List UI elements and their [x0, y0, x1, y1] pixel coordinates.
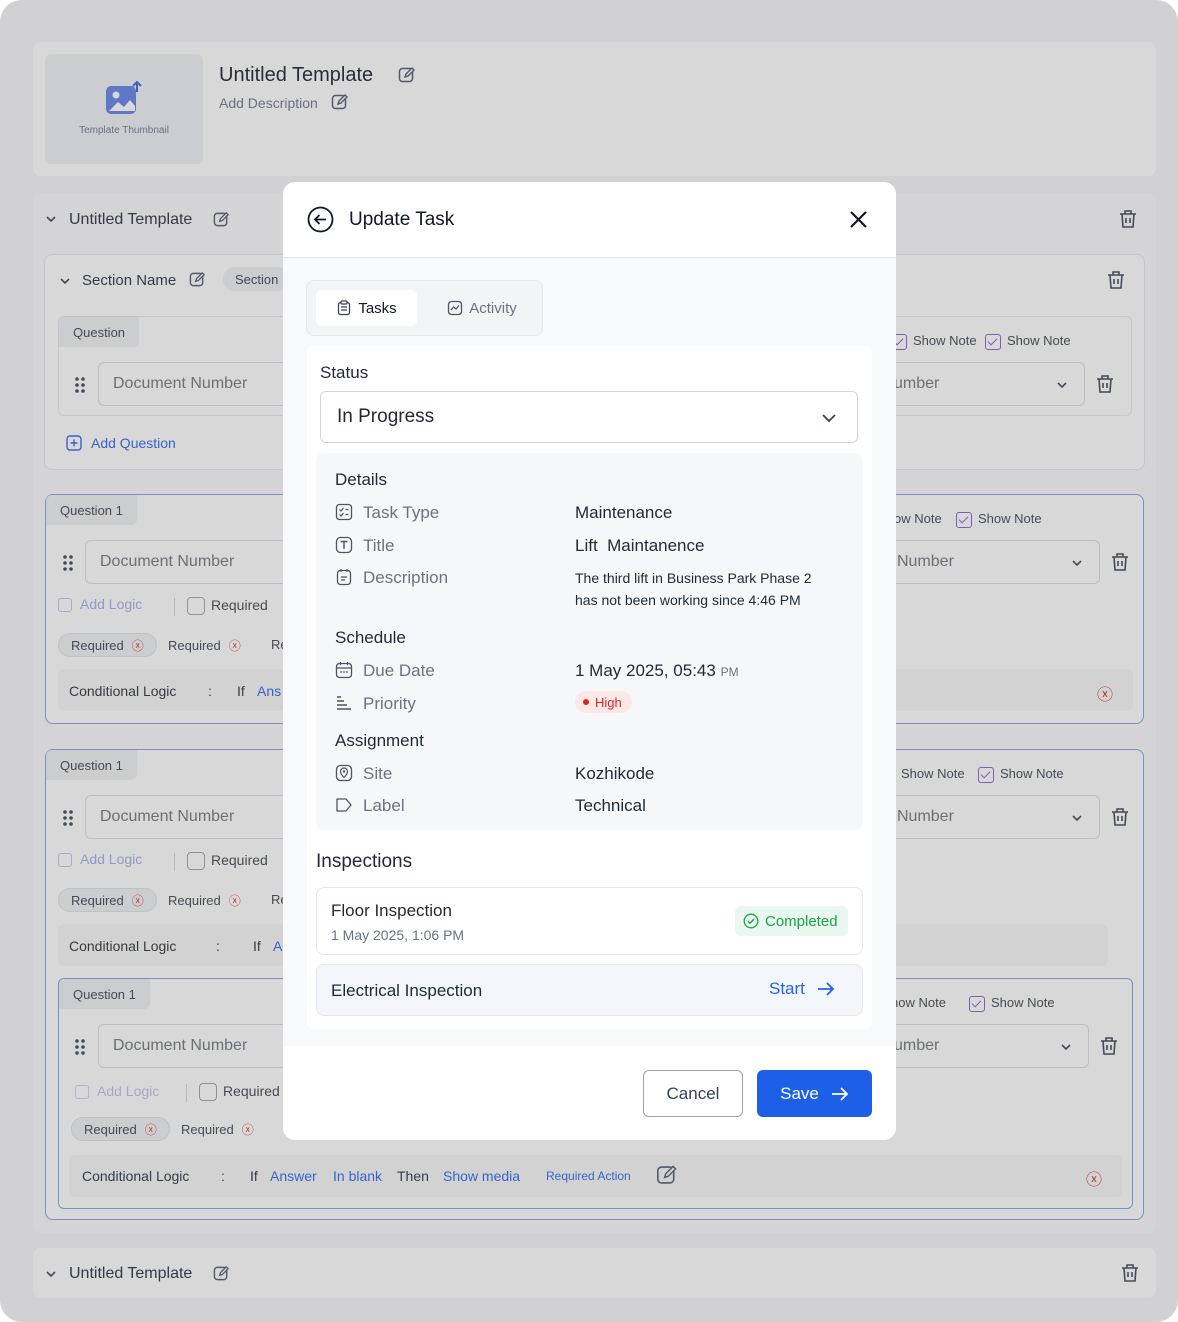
- modal-title: Update Task: [349, 209, 455, 230]
- app-frame: Template Thumbnail Untitled Template Add…: [0, 0, 1178, 1322]
- arrow-right-icon: [817, 981, 835, 997]
- label-value: Technical: [575, 796, 646, 815]
- priority-value: High: [595, 694, 622, 710]
- schedule-heading: Schedule: [335, 628, 406, 647]
- label-label: Label: [363, 796, 405, 815]
- task-type-label: Task Type: [363, 503, 440, 522]
- details-heading: Details: [335, 470, 387, 489]
- priority-icon: [335, 694, 353, 712]
- cancel-label: Cancel: [666, 1083, 720, 1103]
- inspection-name: Floor Inspection: [331, 901, 452, 920]
- inspections-heading: Inspections: [316, 851, 413, 872]
- priority-dot: [583, 699, 589, 705]
- completed-label: Completed: [765, 912, 838, 930]
- start-label: Start: [769, 979, 805, 998]
- site-label: Site: [363, 764, 393, 783]
- inspection-electrical[interactable]: Electrical Inspection Start: [316, 964, 863, 1016]
- clipboard-icon: [336, 300, 352, 316]
- description-line-2: has not been working since 4:46 PM: [575, 592, 801, 608]
- tab-tasks-label: Tasks: [358, 299, 397, 317]
- task-type-icon: [335, 503, 353, 521]
- due-date-value: 1 May 2025, 05:43 PM: [575, 661, 739, 681]
- check-circle-icon: [743, 913, 759, 929]
- assignment-heading: Assignment: [335, 731, 424, 750]
- title-label: Title: [363, 536, 395, 555]
- cancel-button[interactable]: Cancel: [643, 1070, 743, 1117]
- site-value: Kozhikode: [575, 764, 655, 783]
- label-icon: [335, 796, 353, 814]
- completed-badge: Completed: [735, 906, 848, 936]
- back-arrow-icon[interactable]: [307, 206, 334, 233]
- task-type-value: Maintenance: [575, 503, 673, 522]
- arrow-right-icon: [831, 1086, 849, 1102]
- priority-badge: High: [575, 691, 632, 713]
- inspection-date: 1 May 2025, 1:06 PM: [331, 927, 465, 943]
- chevron-down-icon: [821, 411, 837, 425]
- site-icon: [335, 764, 353, 782]
- inspection-floor[interactable]: Floor Inspection 1 May 2025, 1:06 PM Com…: [316, 887, 863, 955]
- activity-icon: [447, 300, 463, 316]
- due-date-suffix: PM: [720, 665, 739, 679]
- update-task-modal: Update Task Tasks Activity Status In Pro…: [283, 182, 896, 1140]
- tab-activity[interactable]: Activity: [428, 290, 536, 326]
- status-value: In Progress: [337, 406, 435, 427]
- start-inspection-button[interactable]: Start: [769, 979, 835, 999]
- calendar-icon: [335, 661, 353, 679]
- priority-label: Priority: [363, 694, 416, 713]
- due-date-label: Due Date: [363, 661, 435, 680]
- status-label: Status: [320, 363, 369, 382]
- due-date-text: 1 May 2025, 05:43: [575, 661, 716, 680]
- description-icon: [335, 568, 353, 586]
- description-line-1: The third lift in Business Park Phase 2: [575, 570, 812, 586]
- save-button[interactable]: Save: [757, 1070, 872, 1117]
- title-icon: [335, 536, 353, 554]
- close-icon[interactable]: [849, 210, 868, 229]
- save-label: Save: [780, 1083, 819, 1103]
- status-select[interactable]: In Progress: [320, 391, 858, 443]
- tab-tasks[interactable]: Tasks: [316, 290, 417, 326]
- description-label: Description: [363, 568, 449, 587]
- tab-activity-label: Activity: [469, 299, 517, 317]
- title-value: Lift Maintanence: [575, 536, 705, 555]
- inspection-name: Electrical Inspection: [331, 981, 483, 1000]
